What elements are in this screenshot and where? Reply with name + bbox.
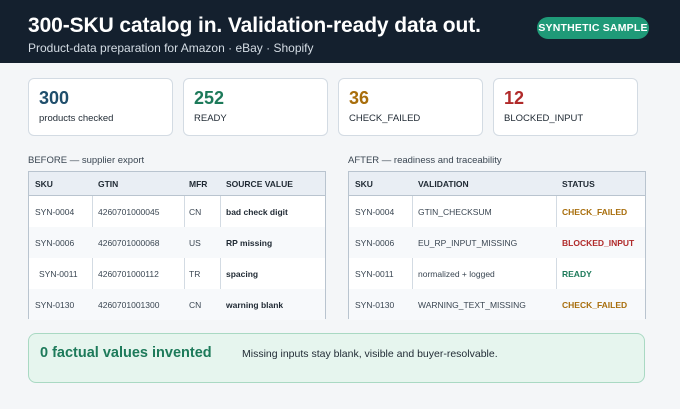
cell-validation: WARNING_TEXT_MISSING (418, 299, 526, 310)
summary-callout: 0 factual values invented Missing inputs… (28, 333, 645, 383)
cell-sku: SYN-0130 (355, 299, 395, 310)
cell-mfr: US (189, 237, 201, 248)
synthetic-sample-badge: SYNTHETIC SAMPLE (537, 17, 649, 39)
stat-value: 300 (39, 88, 70, 108)
cell-sku: SYN-0011 (39, 268, 78, 279)
cell-source-value: RP missing (226, 237, 273, 248)
page-subtitle: Product-data preparation for Amazon · eB… (28, 41, 314, 55)
column-header-source-value: SOURCE VALUE (226, 178, 293, 189)
cell-gtin: 4260701000068 (98, 237, 160, 248)
cell-validation: EU_RP_INPUT_MISSING (418, 237, 518, 248)
before-section-label: BEFORE — supplier export (28, 155, 145, 166)
table-header-row: SKU VALIDATION STATUS (349, 172, 645, 196)
table-header-row: SKU GTIN MFR SOURCE VALUE (29, 172, 325, 196)
cell-status-blocked-input: BLOCKED_INPUT (562, 237, 635, 248)
column-header-status: STATUS (562, 178, 595, 189)
cell-mfr: CN (189, 206, 202, 217)
cell-gtin: 4260701000112 (98, 268, 159, 279)
cell-sku: SYN-0004 (35, 206, 75, 217)
column-header-validation: VALIDATION (418, 178, 469, 189)
table-row: SYN-0004 GTIN_CHECKSUM CHECK_FAILED (349, 196, 645, 227)
summary-headline: 0 factual values invented (40, 345, 212, 361)
cell-sku: SYN-0006 (355, 237, 395, 248)
stat-label: READY (194, 113, 227, 124)
table-row: SYN-0006 4260701000068 US RP missing (29, 227, 325, 258)
stat-card-check-failed: 36 CHECK_FAILED (338, 78, 483, 136)
stat-card-blocked-input: 12 BLOCKED_INPUT (493, 78, 638, 136)
stat-card-products-checked: 300 products checked (28, 78, 173, 136)
before-table: SKU GTIN MFR SOURCE VALUE SYN-0004 42607… (28, 171, 326, 320)
cell-sku: SYN-0011 (355, 268, 394, 279)
table-row: SYN-0130 4260701001300 CN warning blank (29, 289, 325, 320)
cell-sku: SYN-0004 (355, 206, 395, 217)
stat-value: 12 (504, 88, 525, 108)
cell-sku: SYN-0130 (35, 299, 75, 310)
stat-card-ready: 252 READY (183, 78, 328, 136)
table-row: SYN-0130 WARNING_TEXT_MISSING CHECK_FAIL… (349, 289, 645, 320)
cell-status-check-failed: CHECK_FAILED (562, 206, 628, 217)
cell-mfr: CN (189, 299, 202, 310)
stat-value: 252 (194, 88, 225, 108)
after-table: SKU VALIDATION STATUS SYN-0004 GTIN_CHEC… (348, 171, 646, 320)
cell-status-ready: READY (562, 268, 592, 279)
cell-source-value: spacing (226, 268, 259, 279)
summary-note: Missing inputs stay blank, visible and b… (242, 348, 498, 360)
cell-validation: GTIN_CHECKSUM (418, 206, 492, 217)
column-header-sku: SKU (35, 178, 53, 189)
cell-sku: SYN-0006 (35, 237, 75, 248)
cell-mfr: TR (189, 268, 201, 279)
stat-label: CHECK_FAILED (349, 113, 421, 124)
cell-gtin: 4260701000045 (98, 206, 160, 217)
cell-source-value: bad check digit (226, 206, 288, 217)
column-header-mfr: MFR (189, 178, 208, 189)
stat-label: products checked (39, 113, 114, 124)
cell-gtin: 4260701001300 (98, 299, 160, 310)
table-row: SYN-0004 4260701000045 CN bad check digi… (29, 196, 325, 227)
cell-source-value: warning blank (226, 299, 284, 310)
table-row: SYN-0011 normalized + logged READY (349, 258, 645, 289)
stat-value: 36 (349, 88, 370, 108)
table-row: SYN-0006 EU_RP_INPUT_MISSING BLOCKED_INP… (349, 227, 645, 258)
column-header-gtin: GTIN (98, 178, 119, 189)
header-banner: 300-SKU catalog in. Validation-ready dat… (0, 0, 680, 63)
column-header-sku: SKU (355, 178, 373, 189)
stat-label: BLOCKED_INPUT (504, 113, 584, 124)
after-section-label: AFTER — readiness and traceability (348, 155, 502, 166)
cell-status-check-failed: CHECK_FAILED (562, 299, 628, 310)
table-row: SYN-0011 4260701000112 TR spacing (29, 258, 325, 289)
page-title: 300-SKU catalog in. Validation-ready dat… (28, 14, 481, 37)
cell-validation: normalized + logged (418, 268, 495, 279)
